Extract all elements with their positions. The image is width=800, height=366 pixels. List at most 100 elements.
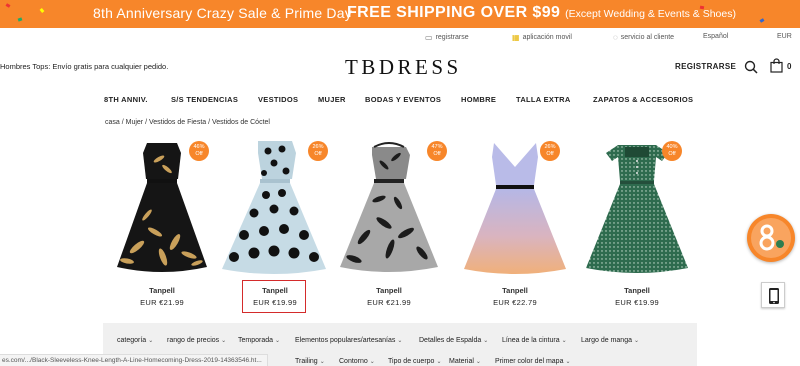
filter-label: Trailing — [295, 358, 318, 365]
breadcrumb[interactable]: casa / Mujer / Vestidos de Fiesta / Vest… — [105, 119, 270, 126]
discount-off-label: Off — [668, 151, 676, 157]
chevron-down-icon: ⌄ — [633, 338, 640, 344]
nav-item-dresses[interactable]: VESTIDOS — [258, 95, 298, 104]
confetti-decoration — [759, 18, 765, 23]
product-card[interactable]: 46% Off Tanpell EUR €21.99 — [97, 137, 227, 317]
product-card[interactable]: 26% Off Tanpell EUR €22.79 — [450, 137, 580, 317]
nav-item-shoes[interactable]: ZAPATOS & ACCESORIOS — [593, 95, 693, 104]
browser-status-url: es.com/.../Black-Sleeveless-Knee-Length-… — [0, 354, 268, 366]
phone-icon — [769, 288, 779, 304]
site-logo[interactable]: TBDRESS — [345, 55, 462, 80]
product-brand: Tanpell — [624, 286, 650, 295]
product-image-gradient-dress[interactable] — [450, 137, 580, 277]
filter-category[interactable]: categoría ⌄ — [117, 337, 153, 344]
customer-service-link[interactable]: ◌ servicio al cliente — [613, 33, 674, 42]
filter-back-details[interactable]: Detalles de Espalda ⌄ — [419, 337, 488, 344]
discount-percent: 47% — [431, 144, 443, 150]
filter-label: Elementos populares/artesanías — [295, 337, 396, 344]
discount-off-label: Off — [433, 151, 441, 157]
nav-item-trends[interactable]: S/S TENDENCIAS — [171, 95, 238, 104]
filter-label: categoría — [117, 337, 147, 344]
discount-off-label: Off — [546, 151, 554, 157]
chevron-down-icon: ⌄ — [319, 359, 325, 365]
product-price: EUR €21.99 — [367, 298, 411, 307]
product-price: EUR €22.79 — [493, 298, 537, 307]
product-price: EUR €19.99 — [615, 298, 659, 307]
chat-icon: ◌ — [613, 33, 618, 42]
chevron-down-icon: ⌄ — [369, 359, 375, 365]
product-brand: Tanpell — [149, 286, 175, 295]
confetti-decoration — [17, 17, 23, 22]
discount-badge: 47% Off — [427, 141, 447, 161]
currency-selector[interactable]: EUR — [777, 33, 792, 40]
confetti-decoration — [39, 8, 45, 13]
discount-badge: 46% Off — [189, 141, 209, 161]
chevron-down-icon: ⌄ — [148, 338, 154, 344]
filter-label: Primer color del mapa — [495, 358, 564, 365]
shipping-note[interactable]: Hombres Tops: Envío gratis para cualquie… — [0, 62, 168, 71]
filter-waistline[interactable]: Línea de la cintura ⌄ — [502, 337, 567, 344]
product-brand: Tanpell — [502, 286, 528, 295]
customer-service-label: servicio al cliente — [620, 34, 675, 41]
product-brand: Tanpell — [376, 286, 402, 295]
cart-count: 0 — [787, 62, 792, 71]
filter-season[interactable]: Temporada ⌄ — [238, 337, 280, 344]
chevron-down-icon: ⌄ — [561, 338, 567, 344]
filter-body-type[interactable]: Tipo de cuerpo ⌄ — [388, 358, 441, 365]
nav-item-weddings[interactable]: BODAS Y EVENTOS — [365, 95, 441, 104]
filter-label: Temporada — [238, 337, 274, 344]
filter-popular-elements[interactable]: Elementos populares/artesanías ⌄ — [295, 337, 402, 344]
product-card[interactable]: 47% Off Tanpell EUR €21.99 — [324, 137, 454, 317]
filter-label: Largo de manga — [581, 337, 632, 344]
filter-silhouette[interactable]: Contorno ⌄ — [339, 358, 375, 365]
chevron-down-icon: ⌄ — [436, 359, 442, 365]
register-button[interactable]: REGISTRARSE — [675, 62, 736, 71]
filter-material[interactable]: Material ⌄ — [449, 358, 481, 365]
register-link[interactable]: ▭ registrarse — [425, 33, 469, 42]
filter-label: Material — [449, 358, 474, 365]
register-link-label: registrarse — [435, 34, 469, 41]
discount-badge: 40% Off — [662, 141, 682, 161]
promo-shipping-main: FREE SHIPPING OVER $99 — [347, 4, 561, 21]
filter-sleeve-length[interactable]: Largo de manga ⌄ — [581, 337, 639, 344]
filter-label: Contorno — [339, 358, 368, 365]
filter-trailing[interactable]: Trailing ⌄ — [295, 358, 325, 365]
discount-badge: 26% Off — [540, 141, 560, 161]
chevron-down-icon: ⌄ — [565, 359, 571, 365]
product-card[interactable]: 40% Off Tanpell EUR €19.99 — [572, 137, 702, 317]
product-price: EUR €21.99 — [140, 298, 184, 307]
filter-label: Línea de la cintura — [502, 337, 560, 344]
selected-price-highlight — [242, 280, 306, 313]
filter-primary-color[interactable]: Primer color del mapa ⌄ — [495, 358, 571, 365]
anniversary-float-button[interactable] — [747, 214, 795, 262]
anniversary-8-icon — [751, 218, 791, 258]
discount-percent: 26% — [544, 144, 556, 150]
currency-label: EUR — [777, 33, 792, 40]
mobile-app-link[interactable]: ▦ aplicación movil — [512, 33, 572, 42]
product-image-black-leaf-dress[interactable] — [97, 137, 227, 277]
nav-item-plus-size[interactable]: TALLA EXTRA — [516, 95, 571, 104]
mobile-app-label: aplicación movil — [522, 34, 572, 41]
filter-label: rango de precios — [167, 337, 220, 344]
mobile-app-button[interactable] — [761, 282, 785, 308]
filter-label: Tipo de cuerpo — [388, 358, 435, 365]
shopping-bag-icon[interactable] — [770, 58, 783, 73]
nav-item-women[interactable]: MUJER — [318, 95, 346, 104]
language-selector[interactable]: Español — [703, 33, 728, 40]
calendar-icon: ▭ — [425, 33, 433, 42]
chevron-down-icon: ⌄ — [275, 338, 281, 344]
chevron-down-icon: ⌄ — [221, 338, 227, 344]
nav-item-men[interactable]: HOMBRE — [461, 95, 496, 104]
language-label: Español — [703, 33, 729, 40]
chevron-down-icon: ⌄ — [475, 359, 481, 365]
confetti-decoration — [5, 3, 11, 8]
promo-shipping-text: FREE SHIPPING OVER $99 (Except Wedding &… — [347, 4, 736, 22]
product-image-green-dress[interactable] — [572, 137, 702, 277]
promo-banner[interactable]: 8th Anniversary Crazy Sale & Prime Day F… — [0, 0, 800, 28]
main-nav: 8TH ANNIV. S/S TENDENCIAS VESTIDOS MUJER… — [0, 95, 800, 107]
filter-label: Detalles de Espalda — [419, 337, 482, 344]
search-icon[interactable] — [744, 60, 758, 74]
promo-shipping-note: (Except Wedding & Events & Shoes) — [565, 8, 736, 20]
filter-price-range[interactable]: rango de precios ⌄ — [167, 337, 226, 344]
nav-item-anniversary[interactable]: 8TH ANNIV. — [104, 95, 148, 104]
